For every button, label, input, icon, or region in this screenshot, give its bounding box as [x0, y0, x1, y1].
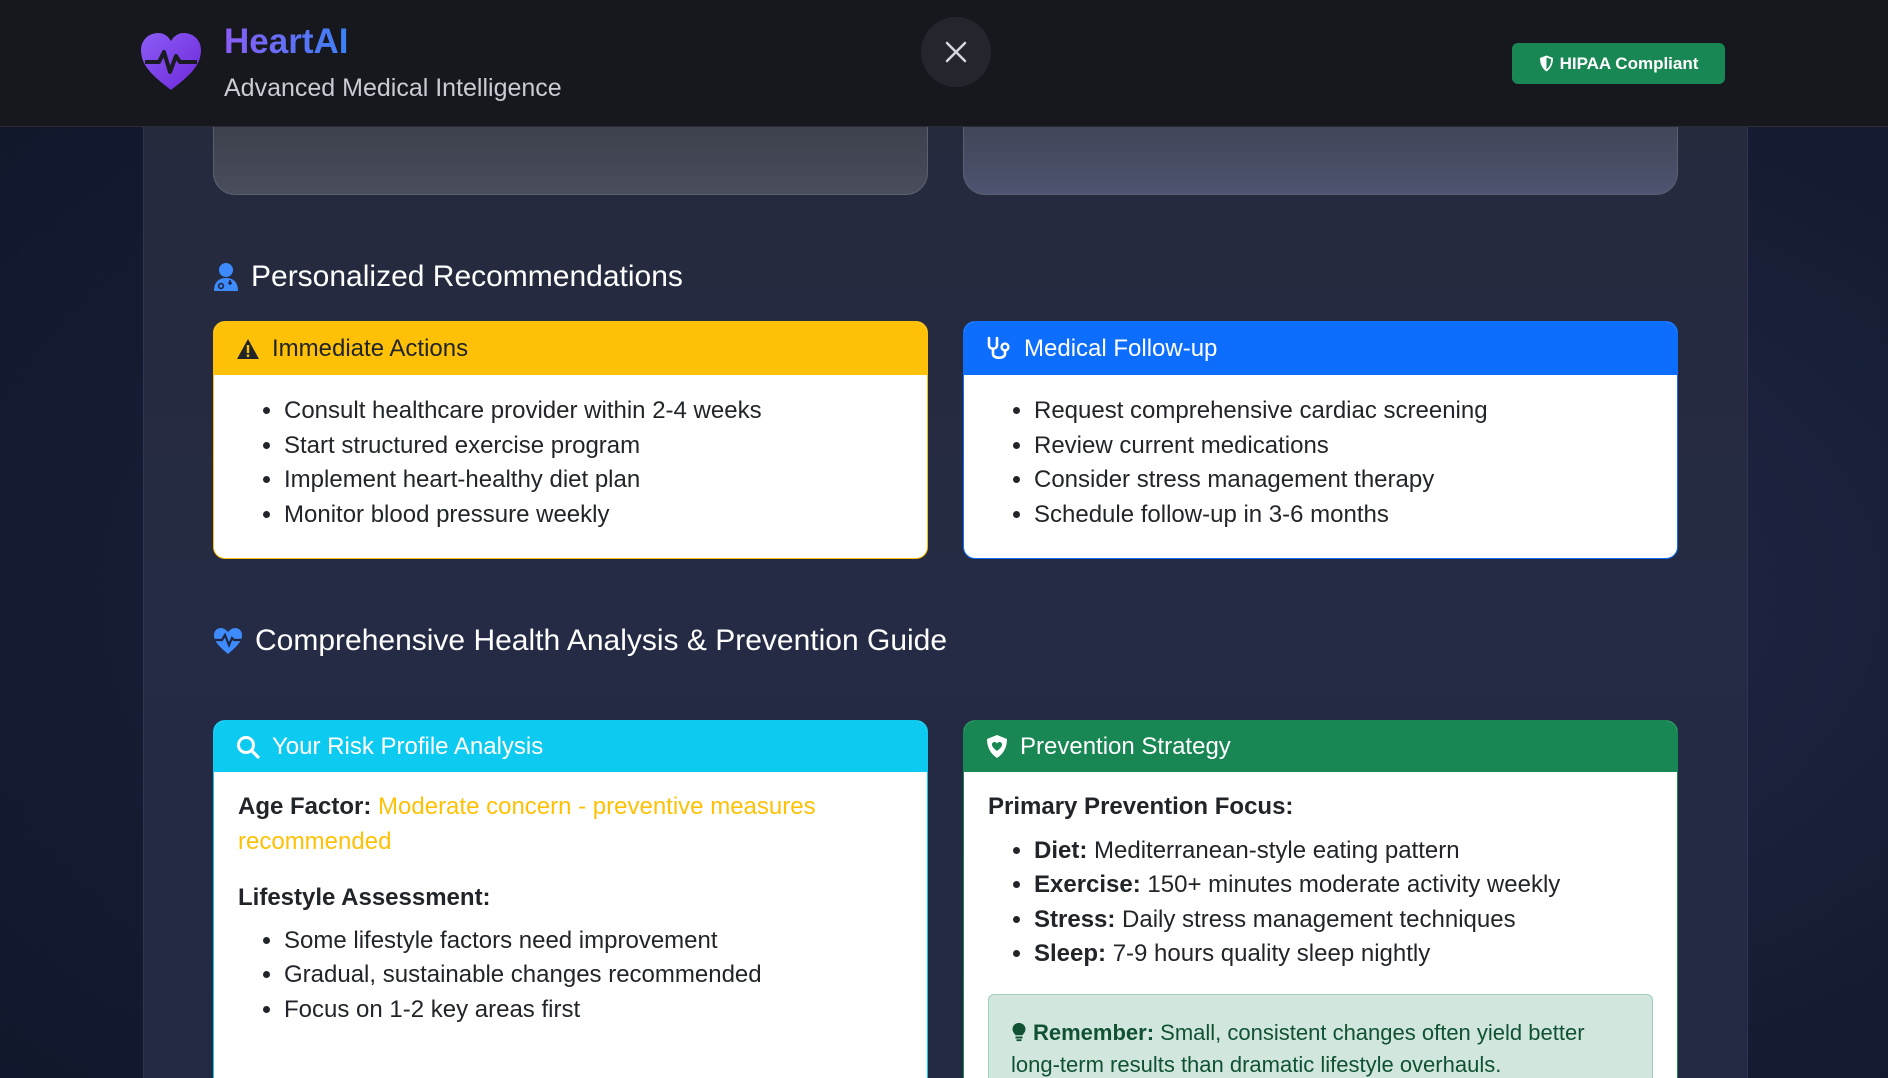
recommendations-heading: Personalized Recommendations [213, 260, 683, 294]
app-header: HeartAI Advanced Medical Intelligence HI… [0, 0, 1888, 127]
lightbulb-icon [1012, 1022, 1026, 1041]
medical-followup-body: Request comprehensive cardiac screening … [964, 375, 1677, 554]
list-item: Start structured exercise program [284, 429, 903, 464]
remember-label: Remember: [1033, 1019, 1155, 1045]
list-item: Sleep: 7-9 hours quality sleep nightly [1034, 937, 1653, 972]
item-text: Daily stress management techniques [1122, 905, 1516, 933]
prevention-list: Diet: Mediterranean-style eating pattern… [988, 834, 1653, 972]
immediate-actions-header: Immediate Actions [214, 322, 927, 375]
list-item: Focus on 1-2 key areas first [284, 993, 903, 1028]
hipaa-badge: HIPAA Compliant [1512, 43, 1725, 84]
close-button[interactable] [921, 17, 991, 87]
hipaa-label: HIPAA Compliant [1559, 53, 1699, 73]
list-item: Review current medications [1034, 429, 1653, 464]
list-item: Request comprehensive cardiac screening [1034, 394, 1653, 429]
age-factor: Age Factor: Moderate concern - preventiv… [238, 790, 903, 859]
list-item: Exercise: 150+ minutes moderate activity… [1034, 868, 1653, 903]
medical-followup-list: Request comprehensive cardiac screening … [988, 394, 1653, 532]
risk-profile-card: Your Risk Profile Analysis Age Factor: M… [213, 720, 928, 1078]
list-item: Some lifestyle factors need improvement [284, 924, 903, 959]
list-item: Diet: Mediterranean-style eating pattern [1034, 834, 1653, 869]
item-text: 7-9 hours quality sleep nightly [1112, 940, 1431, 967]
risk-profile-title: Your Risk Profile Analysis [272, 732, 544, 760]
shield-heart-icon [987, 735, 1007, 758]
item-label: Diet: [1034, 836, 1088, 864]
prevention-focus-label: Primary Prevention Focus: [988, 793, 1294, 820]
list-item: Monitor blood pressure weekly [284, 498, 903, 533]
prevention-strategy-body: Primary Prevention Focus: Diet: Mediterr… [964, 772, 1677, 1078]
immediate-actions-list: Consult healthcare provider within 2-4 w… [238, 394, 903, 532]
heart-pulse-icon [141, 33, 201, 90]
prevention-strategy-header: Prevention Strategy [964, 721, 1677, 772]
close-icon [945, 41, 967, 63]
item-label: Stress: [1034, 905, 1116, 933]
list-item: Schedule follow-up in 3-6 months [1034, 498, 1653, 533]
shield-icon [1539, 55, 1553, 72]
lifestyle-label: Lifestyle Assessment: [238, 884, 491, 911]
list-item: Implement heart-healthy diet plan [284, 463, 903, 498]
age-factor-label: Age Factor: [238, 793, 372, 820]
immediate-actions-card: Immediate Actions Consult healthcare pro… [213, 321, 928, 559]
heart-pulse-icon [214, 628, 242, 654]
summary-card-right [963, 127, 1678, 195]
medical-followup-card: Medical Follow-up Request comprehensive … [963, 321, 1678, 559]
list-item: Consider stress management therapy [1034, 463, 1653, 498]
analysis-heading: Comprehensive Health Analysis & Preventi… [213, 624, 947, 658]
immediate-actions-title: Immediate Actions [272, 334, 469, 362]
stethoscope-icon [987, 336, 1010, 359]
list-item: Stress: Daily stress management techniqu… [1034, 903, 1653, 938]
risk-profile-body: Age Factor: Moderate concern - preventiv… [214, 772, 927, 1049]
prevention-strategy-card: Prevention Strategy Primary Prevention F… [963, 720, 1678, 1078]
summary-card-left [213, 127, 928, 195]
medical-followup-title: Medical Follow-up [1024, 334, 1218, 362]
warning-triangle-icon [237, 338, 259, 359]
user-doctor-icon [214, 263, 238, 291]
lifestyle-list: Some lifestyle factors need improvement … [238, 924, 903, 1028]
search-icon [237, 735, 260, 759]
item-text: Mediterranean-style eating pattern [1094, 836, 1460, 864]
list-item: Gradual, sustainable changes recommended [284, 958, 903, 993]
immediate-actions-body: Consult healthcare provider within 2-4 w… [214, 375, 927, 554]
brand-subtitle: Advanced Medical Intelligence [224, 74, 562, 102]
analysis-title: Comprehensive Health Analysis & Preventi… [255, 624, 948, 657]
item-label: Exercise: [1034, 871, 1141, 898]
medical-followup-header: Medical Follow-up [964, 322, 1677, 375]
recommendations-title: Personalized Recommendations [251, 260, 683, 293]
brand-title: HeartAI [224, 22, 349, 61]
item-text: 150+ minutes moderate activity weekly [1147, 871, 1561, 898]
risk-profile-header: Your Risk Profile Analysis [214, 721, 927, 772]
remember-note: Remember: Small, consistent changes ofte… [988, 993, 1653, 1078]
list-item: Consult healthcare provider within 2-4 w… [284, 394, 903, 429]
prevention-strategy-title: Prevention Strategy [1020, 732, 1231, 760]
item-label: Sleep: [1034, 940, 1107, 967]
